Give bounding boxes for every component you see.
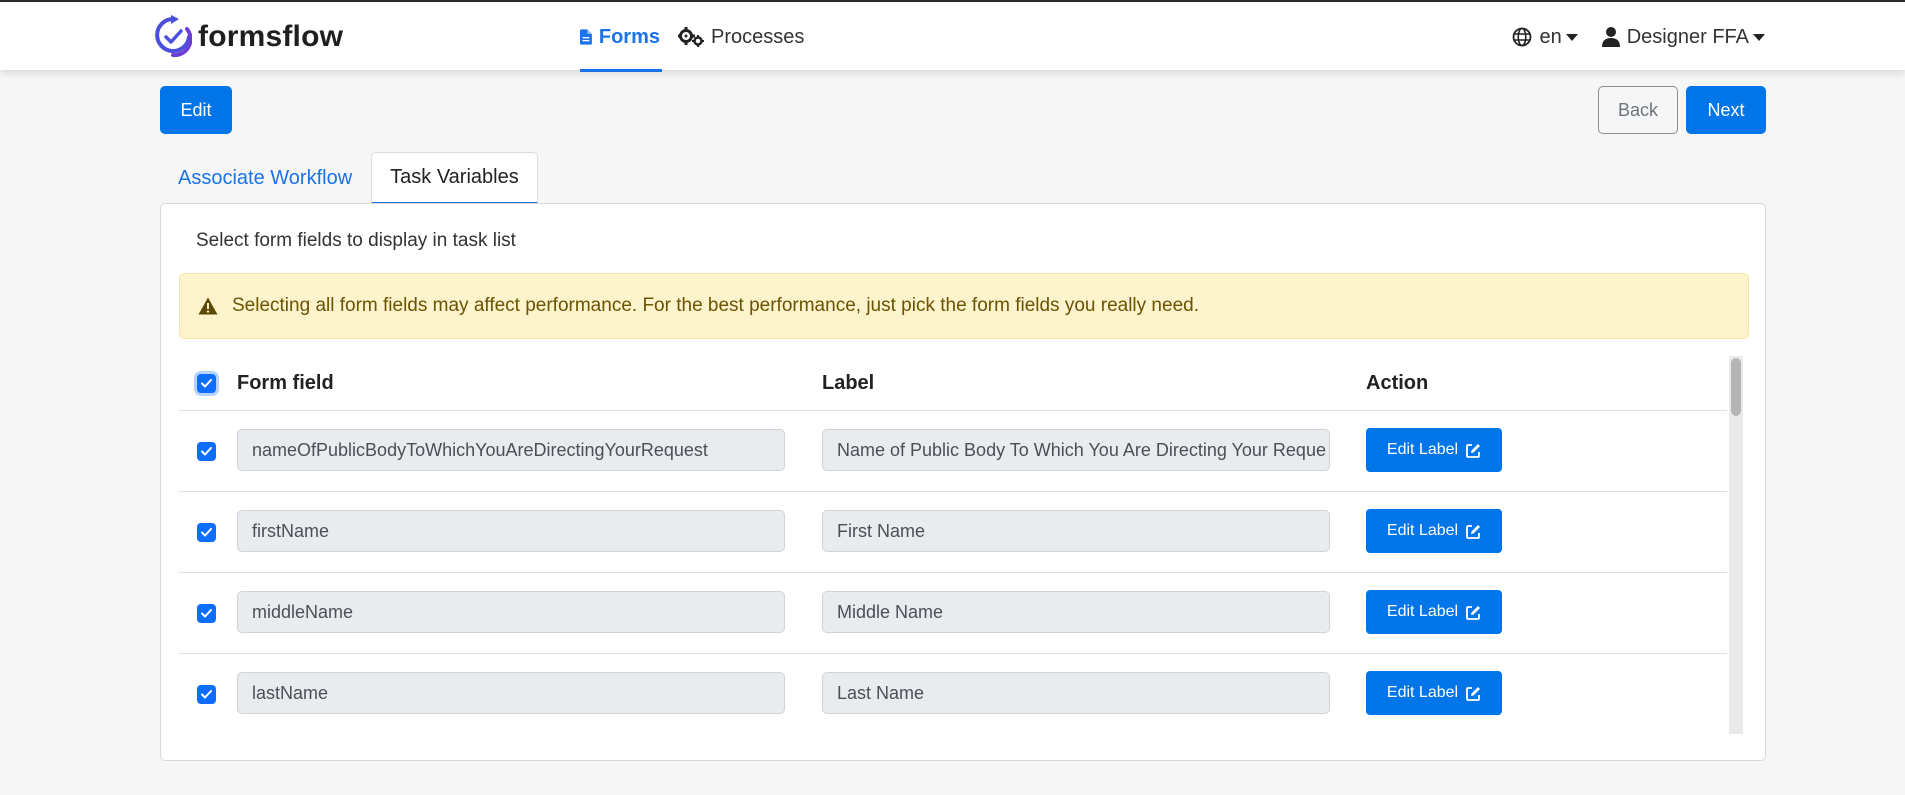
language-dropdown[interactable]: en xyxy=(1512,25,1578,49)
table-header: Form field Label Action xyxy=(179,356,1727,411)
select-all-checkbox[interactable] xyxy=(197,374,216,393)
edit-icon xyxy=(1466,524,1481,539)
back-button[interactable]: Back xyxy=(1598,86,1678,134)
language-value: en xyxy=(1539,25,1562,48)
performance-warning: Selecting all form fields may affect per… xyxy=(179,273,1749,339)
check-icon xyxy=(201,379,212,388)
nav-processes[interactable]: Processes xyxy=(678,2,804,72)
main-nav: Forms Processes xyxy=(580,2,804,72)
nav-processes-label: Processes xyxy=(711,25,805,48)
task-variables-table[interactable]: Form field Label Action nameOfPublicBody… xyxy=(179,356,1749,734)
form-field-input: nameOfPublicBodyToWhichYouAreDirectingYo… xyxy=(237,429,785,471)
nav-forms[interactable]: Forms xyxy=(580,2,662,72)
edit-label-button[interactable]: Edit Label xyxy=(1366,671,1502,715)
edit-label-text: Edit Label xyxy=(1386,684,1459,701)
edit-label-text: Edit Label xyxy=(1386,522,1459,539)
column-label: Label xyxy=(822,371,875,394)
edit-label-text: Edit Label xyxy=(1386,441,1459,458)
gears-icon xyxy=(678,27,704,47)
table-row: firstName First Name Edit Label xyxy=(179,492,1727,573)
tab-bar: Associate Workflow Task Variables xyxy=(160,152,538,204)
check-icon xyxy=(201,609,212,618)
edit-label-button[interactable]: Edit Label xyxy=(1366,428,1502,472)
edit-icon xyxy=(1466,686,1481,701)
user-name: Designer FFA xyxy=(1626,25,1749,48)
panel-title: Select form fields to display in task li… xyxy=(196,230,516,251)
tab-associate-workflow[interactable]: Associate Workflow xyxy=(160,152,370,204)
edit-icon xyxy=(1466,605,1481,620)
user-icon xyxy=(1601,27,1620,47)
formsflow-logo-icon xyxy=(155,15,192,58)
label-input: First Name xyxy=(822,510,1330,552)
check-icon xyxy=(201,447,212,456)
check-icon xyxy=(201,690,212,699)
chevron-down-icon xyxy=(1753,33,1765,41)
edit-label-button[interactable]: Edit Label xyxy=(1366,509,1502,553)
column-action: Action xyxy=(1366,371,1429,394)
row-checkbox[interactable] xyxy=(197,523,216,542)
check-icon xyxy=(201,528,212,537)
label-input: Name of Public Body To Which You Are Dir… xyxy=(822,429,1330,471)
brand-name: formsflow xyxy=(198,20,344,53)
edit-label-button[interactable]: Edit Label xyxy=(1366,590,1502,634)
globe-icon xyxy=(1513,27,1532,47)
edit-label-text: Edit Label xyxy=(1386,603,1459,620)
scrollbar-thumb[interactable] xyxy=(1731,358,1741,416)
nav-forms-label: Forms xyxy=(598,25,660,48)
edit-button[interactable]: Edit xyxy=(160,86,232,134)
chevron-down-icon xyxy=(1565,33,1578,41)
label-input: Middle Name xyxy=(822,591,1330,633)
form-field-input: firstName xyxy=(237,510,785,552)
next-button[interactable]: Next xyxy=(1686,86,1766,134)
table-row: nameOfPublicBodyToWhichYouAreDirectingYo… xyxy=(179,411,1727,492)
label-input: Last Name xyxy=(822,672,1330,714)
tab-task-variables[interactable]: Task Variables xyxy=(371,152,538,204)
form-field-input: lastName xyxy=(237,672,785,714)
task-variables-panel: Select form fields to display in task li… xyxy=(160,203,1766,761)
top-navbar: formsflow Forms Processes en Designer FF… xyxy=(0,0,1905,72)
table-row: lastName Last Name Edit Label xyxy=(179,654,1727,734)
table-row: middleName Middle Name Edit Label xyxy=(179,573,1727,654)
brand-logo[interactable]: formsflow xyxy=(154,14,343,60)
column-form-field: Form field xyxy=(237,371,334,394)
warning-icon xyxy=(198,297,218,315)
row-checkbox[interactable] xyxy=(197,442,216,461)
row-checkbox[interactable] xyxy=(197,685,216,704)
edit-icon xyxy=(1466,443,1481,458)
row-checkbox[interactable] xyxy=(197,604,216,623)
file-icon xyxy=(580,29,592,45)
user-nav: en Designer FFA xyxy=(1512,2,1765,72)
user-dropdown[interactable]: Designer FFA xyxy=(1601,25,1765,49)
table-scrollbar[interactable] xyxy=(1729,356,1743,734)
warning-text: Selecting all form fields may affect per… xyxy=(232,295,1199,316)
form-field-input: middleName xyxy=(237,591,785,633)
